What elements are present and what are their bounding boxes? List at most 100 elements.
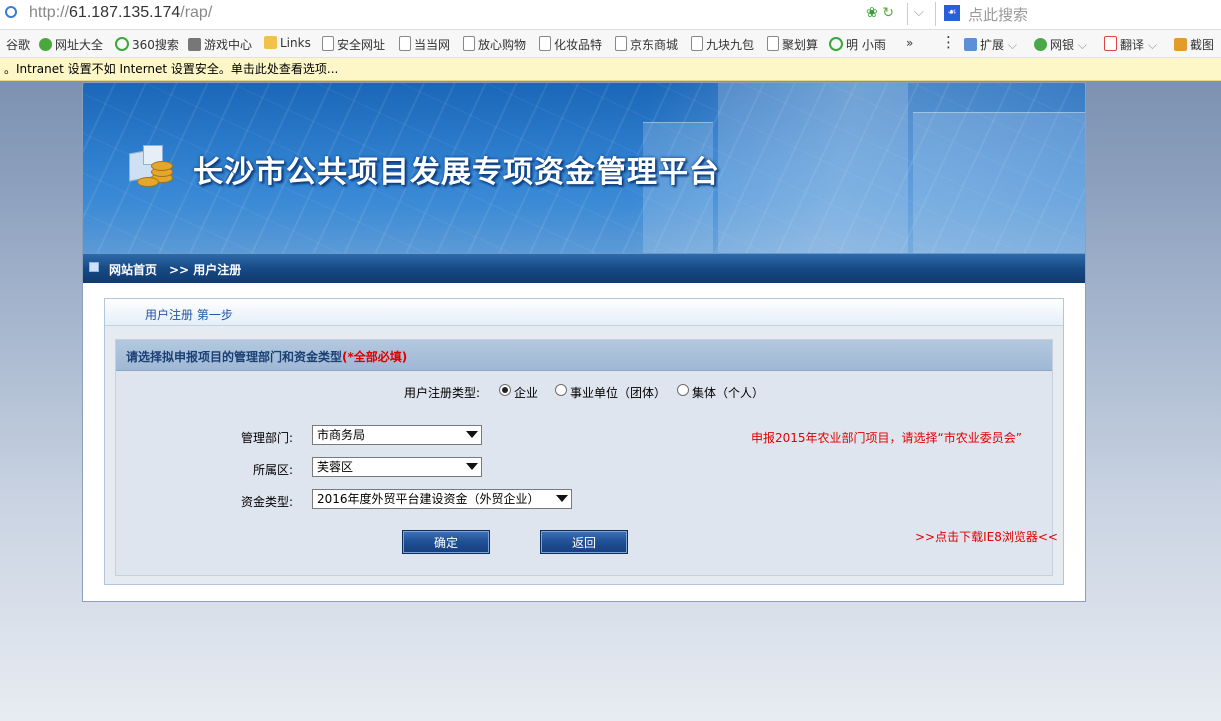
breadcrumb: >> 用户注册 (169, 263, 242, 277)
radio-enterprise-label[interactable]: 企业 (514, 384, 538, 401)
search-placeholder: 点此搜索 (968, 6, 1029, 24)
fav-label: 聚划算 (782, 38, 819, 52)
registration-panel: 用户注册 第一步 请选择拟申报项目的管理部门和资金类型(*全部必填) 用户注册类… (104, 298, 1064, 585)
section-title-text: 请选择拟申报项目的管理部门和资金类型 (126, 350, 343, 364)
fav-label: 360搜索 (132, 38, 179, 52)
fav-more[interactable]: » (906, 36, 913, 50)
intranet-info-bar[interactable]: 。Intranet 设置不如 Internet 设置安全。单击此处查看选项... (0, 58, 1221, 81)
district-select[interactable]: 芙蓉区 (312, 457, 482, 477)
folder-icon (264, 36, 277, 49)
fav-games[interactable]: 游戏中心 (188, 36, 252, 53)
fav-label: 安全网址 (337, 38, 386, 52)
site-banner: 长沙市公共项目发展专项资金管理平台 (83, 83, 1085, 253)
fav-extend[interactable]: 扩展 ⌵ (964, 36, 1017, 53)
radio-collective[interactable] (677, 384, 689, 396)
download-ie8-link[interactable]: >>点击下载IE8浏览器<< (915, 528, 1058, 545)
radio-enterprise[interactable] (499, 384, 511, 396)
type-label: 用户注册类型: (404, 386, 481, 400)
step-header: 用户注册 第一步 (105, 299, 1063, 326)
chevron-down-icon (466, 431, 478, 438)
fav-label: 网银 (1050, 38, 1075, 52)
fav-bank[interactable]: 网银 ⌵ (1034, 36, 1087, 53)
banner-building (913, 112, 1085, 253)
fav-juhuasuan[interactable]: 聚划算 (767, 36, 818, 53)
url-host: 61.187.135.174 (69, 4, 181, 21)
section-title: 请选择拟申报项目的管理部门和资金类型(*全部必填) (126, 348, 407, 365)
fav-wangzhi[interactable]: 网址大全 (39, 36, 103, 53)
district-label: 所属区: (253, 463, 294, 477)
fav-jiukuai[interactable]: 九块九包 (691, 36, 754, 53)
menu-dots-icon[interactable]: ⋮ (941, 33, 956, 51)
fav-huazhuang[interactable]: 化妆品特 (539, 36, 602, 53)
form-section-header: 请选择拟申报项目的管理部门和资金类型(*全部必填) (116, 340, 1052, 371)
favorites-bar: 谷歌 网址大全 360搜索 游戏中心 Links 安全网址 当当网 放心购物 化… (0, 30, 1221, 58)
fav-dangdang[interactable]: 当当网 (399, 36, 450, 53)
fav-anquan[interactable]: 安全网址 (322, 36, 385, 53)
fav-label: 九块九包 (706, 38, 755, 52)
search-input[interactable]: ☙ 点此搜索 (935, 2, 1221, 26)
globe-icon (39, 38, 52, 51)
baidu-icon: ☙ (944, 5, 960, 21)
more-icon: » (906, 36, 914, 50)
dept-label: 管理部门: (241, 431, 294, 445)
radio-collective-label[interactable]: 集体（个人） (692, 384, 764, 401)
url-text[interactable]: http://61.187.135.174/rap/ (29, 4, 212, 22)
confirm-button[interactable]: 确定 (402, 530, 490, 554)
page-icon (767, 36, 779, 51)
fav-label: 网址大全 (55, 38, 104, 52)
step-title: 用户注册 第一步 (145, 308, 233, 322)
dept-select[interactable]: 市商务局 (312, 425, 482, 445)
translate-icon (1104, 36, 1117, 51)
fav-label: 游戏中心 (204, 38, 253, 52)
radio-institution-label[interactable]: 事业单位（团体） (570, 384, 666, 401)
back-button[interactable]: 返回 (540, 530, 628, 554)
fav-screenshot[interactable]: 截图 (1174, 36, 1214, 53)
url-prefix: http:// (29, 4, 70, 21)
chevron-down-icon (556, 495, 568, 502)
fav-label: 谷歌 (6, 38, 31, 52)
refresh-icon[interactable]: ↻ (882, 5, 894, 21)
dept-value: 市商务局 (317, 428, 366, 442)
fav-google[interactable]: 谷歌 (6, 36, 30, 53)
page-icon (463, 36, 475, 51)
url-path: /rap/ (180, 4, 213, 21)
fav-translate[interactable]: 翻译 ⌵ (1104, 36, 1157, 53)
coins-logo-icon (129, 145, 177, 187)
fund-select[interactable]: 2016年度外贸平台建设资金（外贸企业） (312, 489, 572, 509)
fav-fangxin[interactable]: 放心购物 (463, 36, 526, 53)
fav-label: 翻译 (1120, 38, 1145, 52)
360-icon (115, 37, 129, 51)
fav-jingdong[interactable]: 京东商城 (615, 36, 678, 53)
page-icon (322, 36, 334, 51)
scissors-icon (1174, 38, 1187, 51)
nav-home-link[interactable]: 网站首页 (109, 261, 157, 278)
nav-bar: 网站首页 >> 用户注册 (83, 253, 1085, 283)
radio-institution[interactable] (555, 384, 567, 396)
fund-value: 2016年度外贸平台建设资金（外贸企业） (317, 492, 540, 506)
extension-icon (964, 38, 977, 51)
page-icon (615, 36, 627, 51)
chevron-down-icon (466, 463, 478, 470)
page-icon (691, 36, 703, 51)
page-container: 长沙市公共项目发展专项资金管理平台 网站首页 >> 用户注册 用户注册 第一步 … (82, 82, 1086, 602)
divider (907, 3, 908, 25)
fav-label: 当当网 (414, 38, 451, 52)
chevron-down-icon[interactable]: ⌵ (914, 5, 924, 20)
site-title: 长沙市公共项目发展专项资金管理平台 (193, 155, 720, 190)
fav-360[interactable]: 360搜索 (115, 36, 179, 53)
agriculture-hint: 申报2015年农业部门项目，请选择“市农业委员会” (751, 431, 1022, 445)
fav-label: 化妆品特 (554, 38, 603, 52)
fav-label: 京东商城 (630, 38, 679, 52)
fav-label: 截图 (1190, 38, 1215, 52)
compat-icon[interactable]: ❀ ↻ (866, 5, 894, 21)
fund-label: 资金类型: (241, 495, 294, 509)
address-bar[interactable]: http://61.187.135.174/rap/ ❀ ↻ ⌵ ☙ 点此搜索 (0, 0, 1221, 30)
fav-ming[interactable]: 明 小雨 (829, 36, 886, 53)
banner-building (718, 83, 908, 253)
square-icon (89, 262, 99, 272)
registration-form: 请选择拟申报项目的管理部门和资金类型(*全部必填) 用户注册类型: 企业 事业单… (115, 339, 1058, 576)
fav-links[interactable]: Links (264, 36, 311, 50)
district-value: 芙蓉区 (317, 460, 354, 474)
info-text: 。Intranet 设置不如 Internet 设置安全。单击此处查看选项... (4, 62, 339, 76)
360-icon (829, 37, 843, 51)
